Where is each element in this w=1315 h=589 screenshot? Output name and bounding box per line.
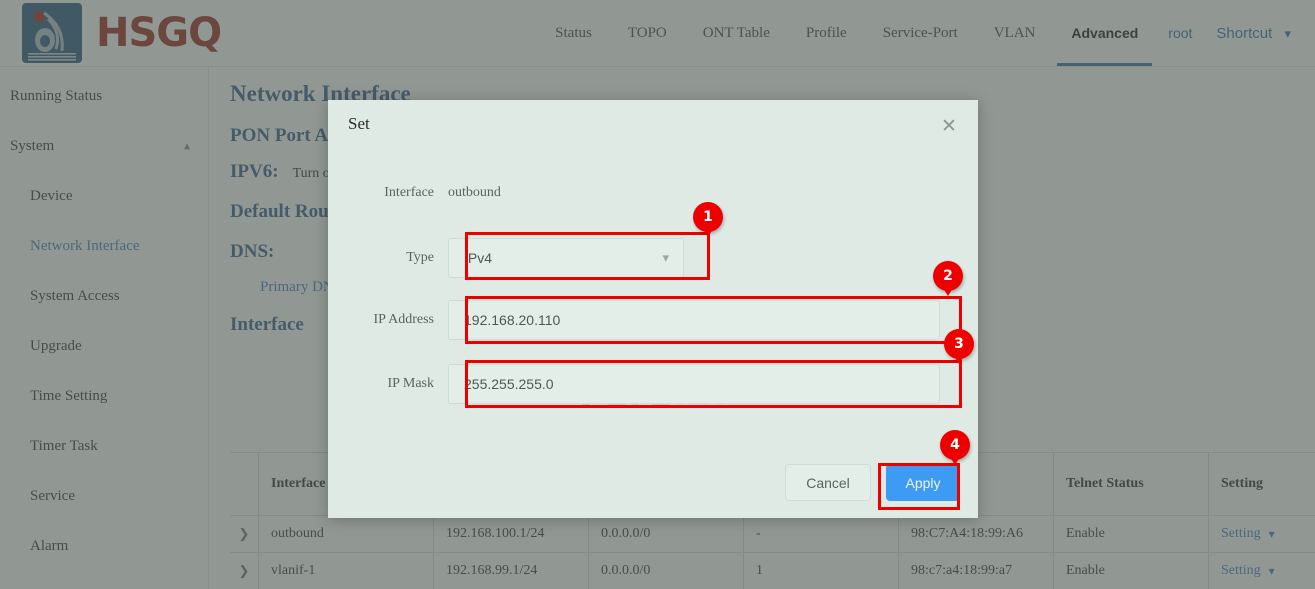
dialog-title: Set xyxy=(348,114,370,134)
interface-label: Interface xyxy=(328,185,448,201)
step-badge-3: 3 xyxy=(944,329,974,359)
highlight-box-ip-mask xyxy=(465,360,962,408)
step-badge-2: 2 xyxy=(933,261,963,291)
highlight-box-apply xyxy=(878,463,960,510)
ip-mask-label: IP Mask xyxy=(328,376,448,392)
type-label: Type xyxy=(328,250,448,266)
interface-value: outbound xyxy=(448,185,501,201)
highlight-box-ip-address xyxy=(465,296,962,344)
interface-field-row: Interface outbound xyxy=(328,185,978,201)
step-badge-1: 1 xyxy=(693,202,723,232)
close-icon[interactable]: ✕ xyxy=(938,116,960,138)
highlight-box-type xyxy=(465,232,710,280)
cancel-button[interactable]: Cancel xyxy=(785,464,871,501)
ip-address-label: IP Address xyxy=(328,312,448,328)
step-badge-4: 4 xyxy=(940,430,970,460)
